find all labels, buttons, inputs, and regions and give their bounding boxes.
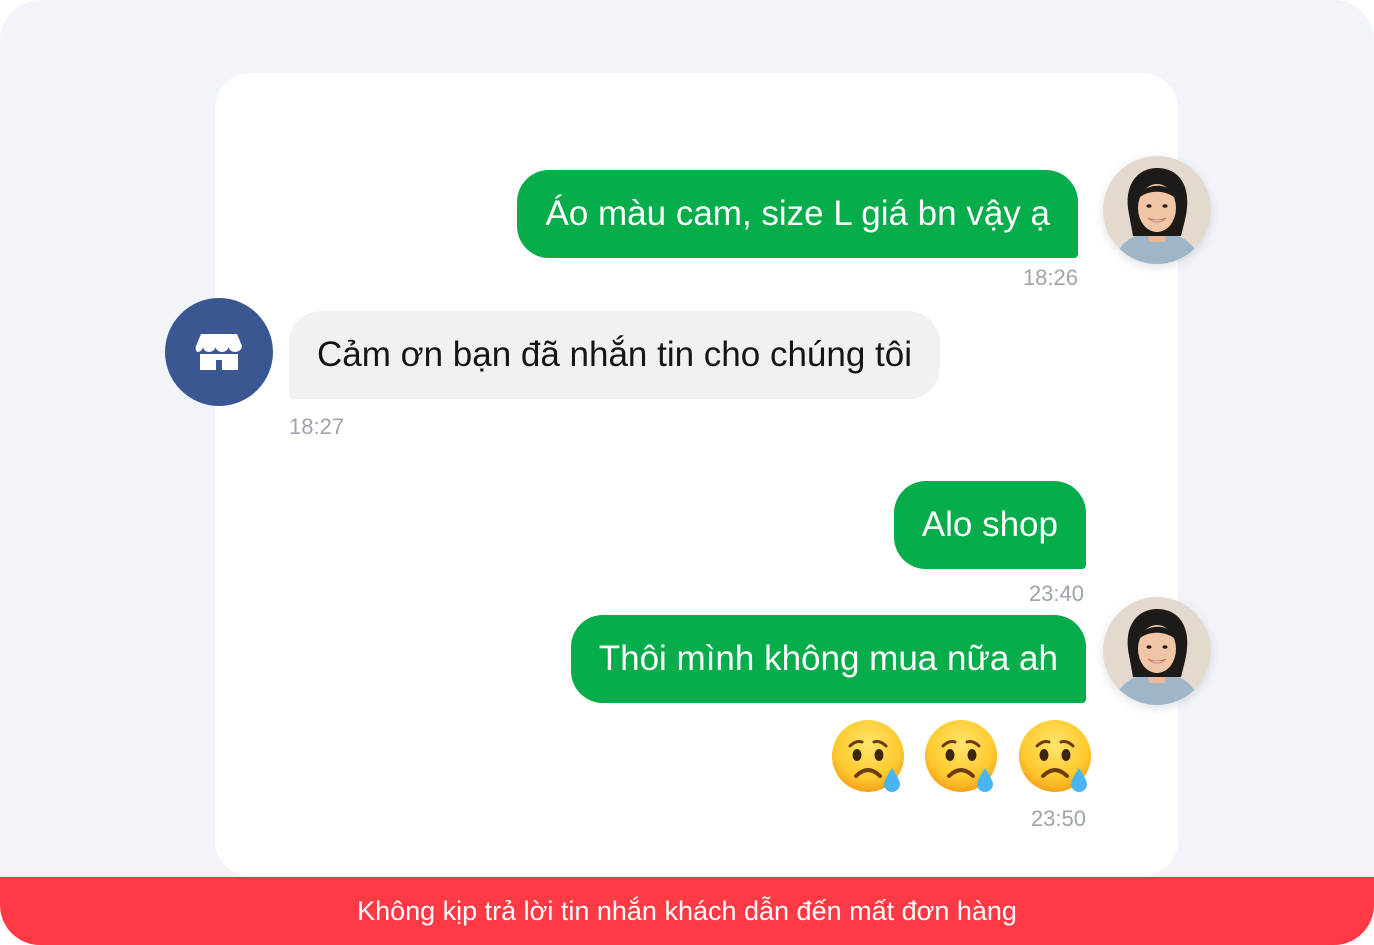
sad-crying-face-icon[interactable] — [830, 718, 908, 796]
message-bubble-outgoing[interactable]: Áo màu cam, size L giá bn vậy ạ — [517, 170, 1078, 258]
customer-photo-icon — [1103, 597, 1211, 705]
message-bubble-outgoing[interactable]: Thôi mình không mua nữa ah — [570, 615, 1086, 703]
message-text: Alo shop — [921, 505, 1058, 544]
message-text: Thôi mình không mua nữa ah — [598, 639, 1058, 678]
message-text: Cảm ơn bạn đã nhắn tin cho chúng tôi — [317, 335, 913, 374]
sad-crying-face-icon[interactable] — [1017, 718, 1095, 796]
message-text: Áo màu cam, size L giá bn vậy ạ — [545, 194, 1050, 233]
shop-avatar[interactable] — [165, 298, 273, 406]
banner-text: Không kịp trả lời tin nhắn khách dẫn đến… — [357, 895, 1017, 926]
message-bubble-incoming[interactable]: Cảm ơn bạn đã nhắn tin cho chúng tôi — [289, 311, 941, 399]
customer-avatar[interactable] — [1103, 156, 1211, 264]
sad-crying-face-icon[interactable] — [923, 718, 1001, 796]
message-time: 23:50 — [1030, 806, 1086, 831]
message-bubble-outgoing[interactable]: Alo shop — [893, 481, 1086, 569]
customer-avatar[interactable] — [1103, 597, 1211, 705]
customer-photo-icon — [1103, 156, 1211, 264]
message-time: 23:40 — [1028, 581, 1084, 606]
message-time: 18:27 — [289, 414, 345, 439]
warning-banner: Không kịp trả lời tin nhắn khách dẫn đến… — [0, 877, 1374, 945]
message-time: 18:26 — [1022, 265, 1078, 290]
storefront-icon — [195, 334, 242, 370]
frame-background: Áo màu cam, size L giá bn vậy ạ 18:26 Cả… — [0, 0, 1374, 945]
